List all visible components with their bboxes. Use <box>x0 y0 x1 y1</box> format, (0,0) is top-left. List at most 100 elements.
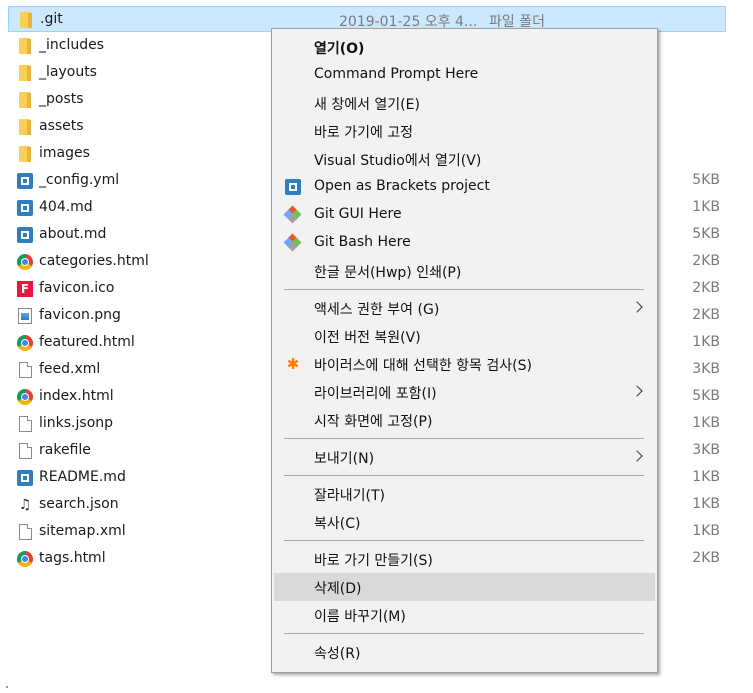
menu-item-label: 한글 문서(Hwp) 인쇄(P) <box>314 265 462 281</box>
menu-item[interactable]: ✱ 바이러스에 대해 선택한 항목 검사(S) <box>274 350 655 378</box>
file-size: 2KB <box>692 307 720 323</box>
file-name: tags.html <box>39 550 106 566</box>
menu-item[interactable]: Command Prompt Here <box>274 61 655 89</box>
file-name: favicon.png <box>39 307 121 323</box>
chevron-right-icon <box>631 450 643 462</box>
file-name: _includes <box>39 37 105 53</box>
file-icon-slot: F <box>16 280 34 298</box>
folder-icon <box>20 12 32 28</box>
file-name: links.jsonp <box>39 415 114 431</box>
file-size: 5KB <box>692 388 720 404</box>
file-size: 2KB <box>692 550 720 566</box>
file-name: .git <box>40 11 63 27</box>
file-icon-slot <box>16 523 34 541</box>
file-size: 5KB <box>692 226 720 242</box>
file-name: rakefile <box>39 442 91 458</box>
chrome-icon <box>17 389 33 405</box>
chrome-icon <box>17 335 33 351</box>
file-icon-slot <box>16 172 34 190</box>
menu-item[interactable]: Visual Studio에서 열기(V) <box>274 145 655 173</box>
menu-item[interactable]: 새 창에서 열기(E) <box>274 89 655 117</box>
menu-item-label: 보내기(N) <box>314 451 375 467</box>
file-icon-slot: ♫ <box>16 496 34 514</box>
file-icon-slot <box>16 64 34 82</box>
brackets-file-icon <box>17 470 33 486</box>
file-icon <box>18 416 32 432</box>
file-icon-slot <box>16 361 34 379</box>
menu-item-label: Git GUI Here <box>314 206 402 222</box>
menu-icon-slot <box>283 233 302 252</box>
file-size: 2KB <box>692 280 720 296</box>
context-menu: 열기(O) Command Prompt Here 새 창에서 열기(E) 바로 가기… <box>271 28 658 673</box>
file-name: _layouts <box>39 64 97 80</box>
menu-item[interactable]: 복사(C) <box>274 508 655 536</box>
cursor-artifact <box>6 686 8 688</box>
file-name: images <box>39 145 90 161</box>
folder-icon <box>19 65 31 81</box>
menu-item[interactable]: 열기(O) <box>274 33 655 61</box>
favicon-icon: F <box>17 281 33 297</box>
file-name: 404.md <box>39 199 93 215</box>
menu-item[interactable]: 보내기(N) <box>274 443 655 471</box>
brackets-icon <box>285 179 301 195</box>
menu-item[interactable]: 속성(R) <box>274 638 655 666</box>
menu-item-label: 액세스 권한 부여 (G) <box>314 302 440 318</box>
menu-item-label: 열기(O) <box>314 41 365 57</box>
menu-item[interactable]: 바로 가기 만들기(S) <box>274 545 655 573</box>
file-size: 1KB <box>692 199 720 215</box>
file-icon-slot <box>16 199 34 217</box>
menu-item[interactable]: 이름 바꾸기(M) <box>274 601 655 629</box>
menu-item[interactable]: 라이브러리에 포함(I) <box>274 378 655 406</box>
menu-item-label: 복사(C) <box>314 516 361 532</box>
menu-item[interactable]: Open as Brackets project <box>274 173 655 201</box>
file-name: _config.yml <box>39 172 120 188</box>
menu-item[interactable]: Git GUI Here <box>274 201 655 229</box>
chrome-icon <box>17 551 33 567</box>
menu-item-label: Git Bash Here <box>314 234 411 250</box>
menu-item[interactable]: 이전 버전 복원(V) <box>274 322 655 350</box>
chevron-right-icon <box>631 385 643 397</box>
menu-item[interactable]: 삭제(D) <box>274 573 655 601</box>
file-name: sitemap.xml <box>39 523 126 539</box>
file-name: README.md <box>39 469 126 485</box>
file-name: search.json <box>39 496 119 512</box>
avast-icon: ✱ <box>286 355 300 373</box>
menu-item[interactable]: 한글 문서(Hwp) 인쇄(P) <box>274 257 655 285</box>
menu-item[interactable]: 잘라내기(T) <box>274 480 655 508</box>
menu-item[interactable]: Git Bash Here <box>274 229 655 257</box>
menu-item-label: 속성(R) <box>314 646 361 662</box>
menu-item[interactable]: 액세스 권한 부여 (G) <box>274 294 655 322</box>
menu-item-label: 바로 가기에 고정 <box>314 125 414 141</box>
json-file-icon: ♫ <box>18 497 32 513</box>
brackets-file-icon <box>17 173 33 189</box>
menu-item-label: 이전 버전 복원(V) <box>314 330 421 346</box>
folder-icon <box>19 92 31 108</box>
file-name: favicon.ico <box>39 280 115 296</box>
file-size: 1KB <box>692 496 720 512</box>
brackets-file-icon <box>17 200 33 216</box>
menu-icon-slot: ✱ <box>284 355 302 373</box>
file-icon-slot <box>17 11 35 29</box>
file-icon-slot <box>16 388 34 406</box>
file-size: 1KB <box>692 334 720 350</box>
image-file-icon <box>18 308 32 324</box>
menu-item-label: 이름 바꾸기(M) <box>314 609 406 625</box>
file-name: index.html <box>39 388 114 404</box>
file-icon-slot <box>16 469 34 487</box>
file-name: feed.xml <box>39 361 101 377</box>
file-size: 1KB <box>692 523 720 539</box>
folder-icon <box>19 146 31 162</box>
menu-item-label: 시작 화면에 고정(P) <box>314 414 433 430</box>
chrome-icon <box>17 254 33 270</box>
file-size: 1KB <box>692 415 720 431</box>
file-name: _posts <box>39 91 84 107</box>
file-icon-slot <box>16 118 34 136</box>
menu-item[interactable]: 바로 가기에 고정 <box>274 117 655 145</box>
file-size: 2KB <box>692 253 720 269</box>
menu-item-label: Open as Brackets project <box>314 178 490 194</box>
menu-item[interactable]: 시작 화면에 고정(P) <box>274 406 655 434</box>
menu-separator <box>284 540 644 541</box>
file-size: 1KB <box>692 469 720 485</box>
file-icon-slot <box>16 307 34 325</box>
menu-separator <box>284 289 644 290</box>
